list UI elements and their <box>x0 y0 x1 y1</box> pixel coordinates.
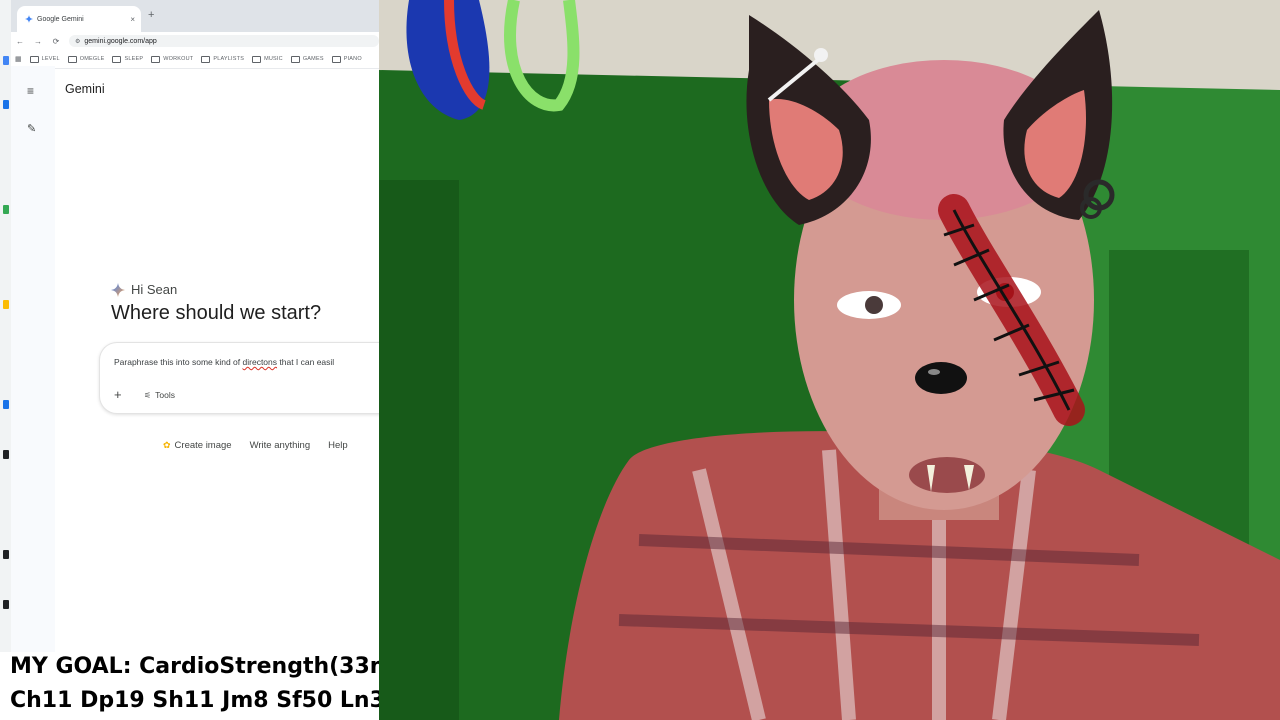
folder-icon <box>252 55 262 63</box>
chip-label: Write anything <box>249 440 311 451</box>
tab-google-gemini[interactable]: Google Gemini × <box>17 6 141 32</box>
screen-capture-panel: Google Gemini × + ← → ⟳ ⚙ gemini.google.… <box>0 0 379 720</box>
reload-icon[interactable]: ⟳ <box>47 37 65 46</box>
bookmark-label: GAMES <box>302 56 324 62</box>
misspelled-word: directons <box>242 357 278 367</box>
back-icon[interactable]: ← <box>11 37 29 46</box>
greeting: Hi Sean <box>111 282 177 297</box>
stats-text: Ch11 Dp19 Sh11 Jm8 Sf50 Ln3 <box>10 688 379 713</box>
edit-icon[interactable]: ✎ <box>27 122 36 135</box>
gemini-spark-icon <box>111 282 125 297</box>
goal-text: MY GOAL: CardioStrength(33m <box>10 654 379 679</box>
desktop-icon[interactable] <box>3 300 9 309</box>
browser-toolbar: ← → ⟳ ⚙ gemini.google.com/app <box>11 32 379 50</box>
folder-icon <box>201 55 211 63</box>
add-attachment-icon[interactable]: + <box>114 387 122 402</box>
desktop-icon[interactable] <box>3 205 9 214</box>
folder-icon <box>29 55 39 63</box>
prompt-input[interactable]: Paraphrase this into some kind of direct… <box>114 357 334 367</box>
prompt-box[interactable]: Paraphrase this into some kind of direct… <box>99 342 379 414</box>
bookmark-label: PLAYLISTS <box>213 56 245 62</box>
desktop-icon[interactable] <box>3 550 9 559</box>
bookmark-folder[interactable]: PIANO <box>331 55 362 63</box>
desktop-icon[interactable] <box>3 100 9 109</box>
forward-icon[interactable]: → <box>29 37 47 46</box>
chip-write-anything[interactable]: Write anything <box>250 440 311 451</box>
hamburger-icon[interactable]: ≡ <box>27 84 34 98</box>
apps-grid-icon[interactable]: ▦ <box>15 55 22 63</box>
webcam-scene <box>379 0 1280 720</box>
url-text: gemini.google.com/app <box>84 37 157 45</box>
folder-icon <box>290 55 300 63</box>
bookmark-label: LEVEL <box>41 56 60 62</box>
page-title: Where should we start? <box>111 302 322 324</box>
desktop-icon[interactable] <box>3 400 9 409</box>
bookmark-folder[interactable]: MUSIC <box>252 55 283 63</box>
desktop-icon[interactable] <box>3 600 9 609</box>
desktop-icon[interactable] <box>3 450 9 459</box>
side-rail: ≡ ✎ <box>11 66 55 652</box>
chip-create-image[interactable]: ✿ Create image <box>163 440 232 451</box>
bookmark-label: OMEGLE <box>79 56 105 62</box>
bookmark-folder[interactable]: SLEEP <box>112 55 144 63</box>
tab-strip: Google Gemini × + <box>11 0 379 32</box>
bookmark-folder[interactable]: PLAYLISTS <box>201 55 245 63</box>
suggestion-chips: ✿ Create image Write anything Help <box>163 440 366 451</box>
bookmark-folder[interactable]: GAMES <box>290 55 324 63</box>
bookmark-folder[interactable]: OMEGLE <box>67 55 105 63</box>
prompt-text-end: that I can easil <box>277 357 335 367</box>
new-tab-button[interactable]: + <box>148 9 154 21</box>
tools-icon: ⚟ <box>144 390 152 400</box>
close-icon[interactable]: × <box>130 15 135 24</box>
browser-window: Google Gemini × + ← → ⟳ ⚙ gemini.google.… <box>11 0 379 652</box>
tab-title: Google Gemini <box>37 15 84 23</box>
tools-button[interactable]: ⚟ Tools <box>144 390 175 400</box>
tools-label: Tools <box>155 390 176 400</box>
chip-label: Create image <box>174 440 232 451</box>
bookmark-folder[interactable]: WORKOUT <box>151 55 194 63</box>
greeting-text: Hi Sean <box>131 282 178 297</box>
gemini-app: ≡ ✎ Gemini Hi Sean Where should we start… <box>11 66 379 652</box>
bookmark-label: MUSIC <box>264 56 283 62</box>
chip-label: Help <box>328 440 348 451</box>
site-info-icon[interactable]: ⚙ <box>75 38 80 45</box>
prompt-text-start: Paraphrase this into some kind of <box>114 357 243 367</box>
webcam-feed <box>379 0 1280 720</box>
banana-icon: ✿ <box>163 440 171 450</box>
address-bar[interactable]: ⚙ gemini.google.com/app <box>69 35 379 47</box>
bookmark-label: PIANO <box>343 56 362 62</box>
desktop-icon[interactable] <box>3 56 9 65</box>
folder-icon <box>67 55 77 63</box>
folder-icon <box>331 55 341 63</box>
app-title: Gemini <box>65 82 105 96</box>
bookmark-label: WORKOUT <box>163 56 194 62</box>
bookmark-label: SLEEP <box>124 56 144 62</box>
folder-icon <box>151 55 161 63</box>
gemini-spark-icon <box>25 15 33 23</box>
folder-icon <box>112 55 122 63</box>
chip-help[interactable]: Help <box>328 440 348 451</box>
bookmark-folder[interactable]: LEVEL <box>29 55 60 63</box>
goal-overlay: MY GOAL: CardioStrength(33m Ch11 Dp19 Sh… <box>0 652 379 720</box>
